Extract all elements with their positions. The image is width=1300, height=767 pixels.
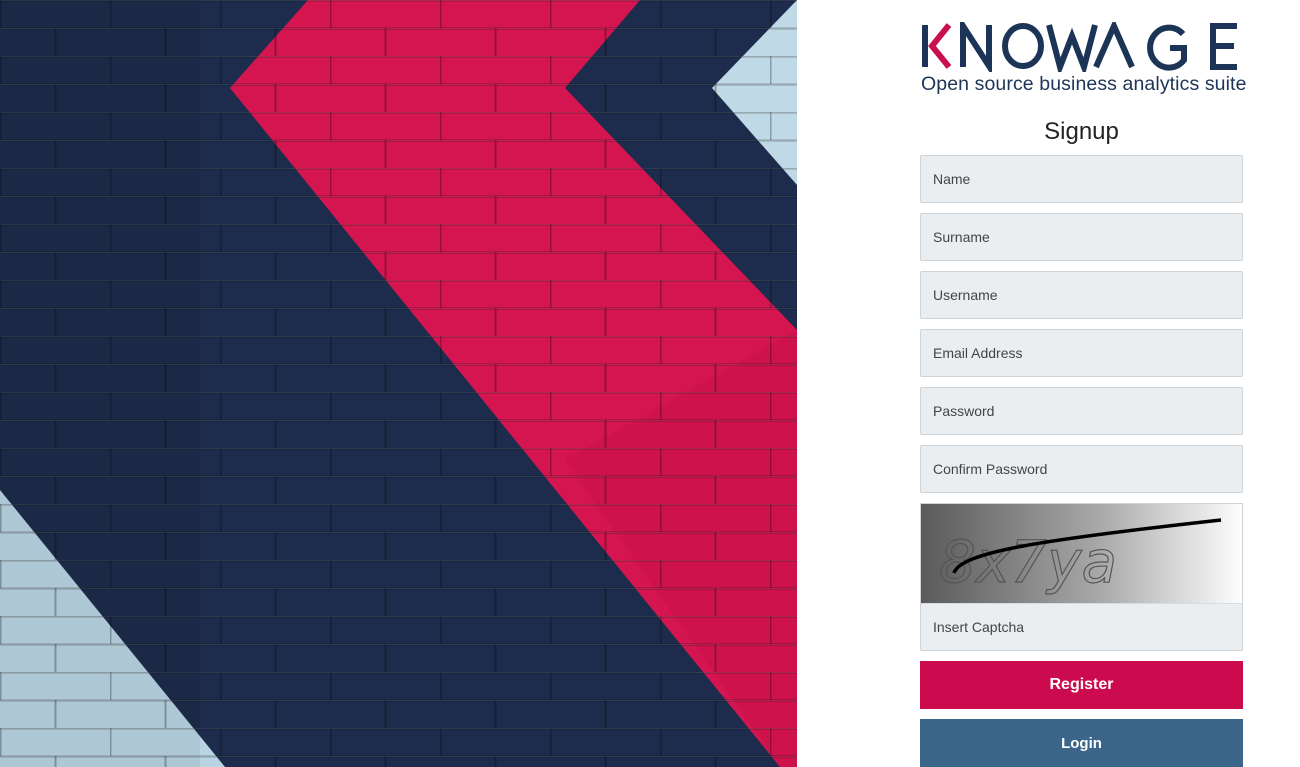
username-field[interactable]: [920, 271, 1243, 319]
captcha-field[interactable]: [920, 603, 1243, 651]
confirm-password-field[interactable]: [920, 445, 1243, 493]
captcha-image: 8x7ya: [920, 503, 1243, 604]
signup-panel: [797, 0, 1300, 767]
page-title: Signup: [1044, 118, 1119, 145]
background-wall-image: [0, 0, 797, 767]
name-field[interactable]: [920, 155, 1243, 203]
email-field[interactable]: [920, 329, 1243, 377]
surname-field[interactable]: [920, 213, 1243, 261]
register-button[interactable]: Register: [920, 661, 1243, 709]
brand-tagline: Open source business analytics suite: [921, 73, 1247, 95]
login-button[interactable]: Login: [920, 719, 1243, 767]
password-field[interactable]: [920, 387, 1243, 435]
